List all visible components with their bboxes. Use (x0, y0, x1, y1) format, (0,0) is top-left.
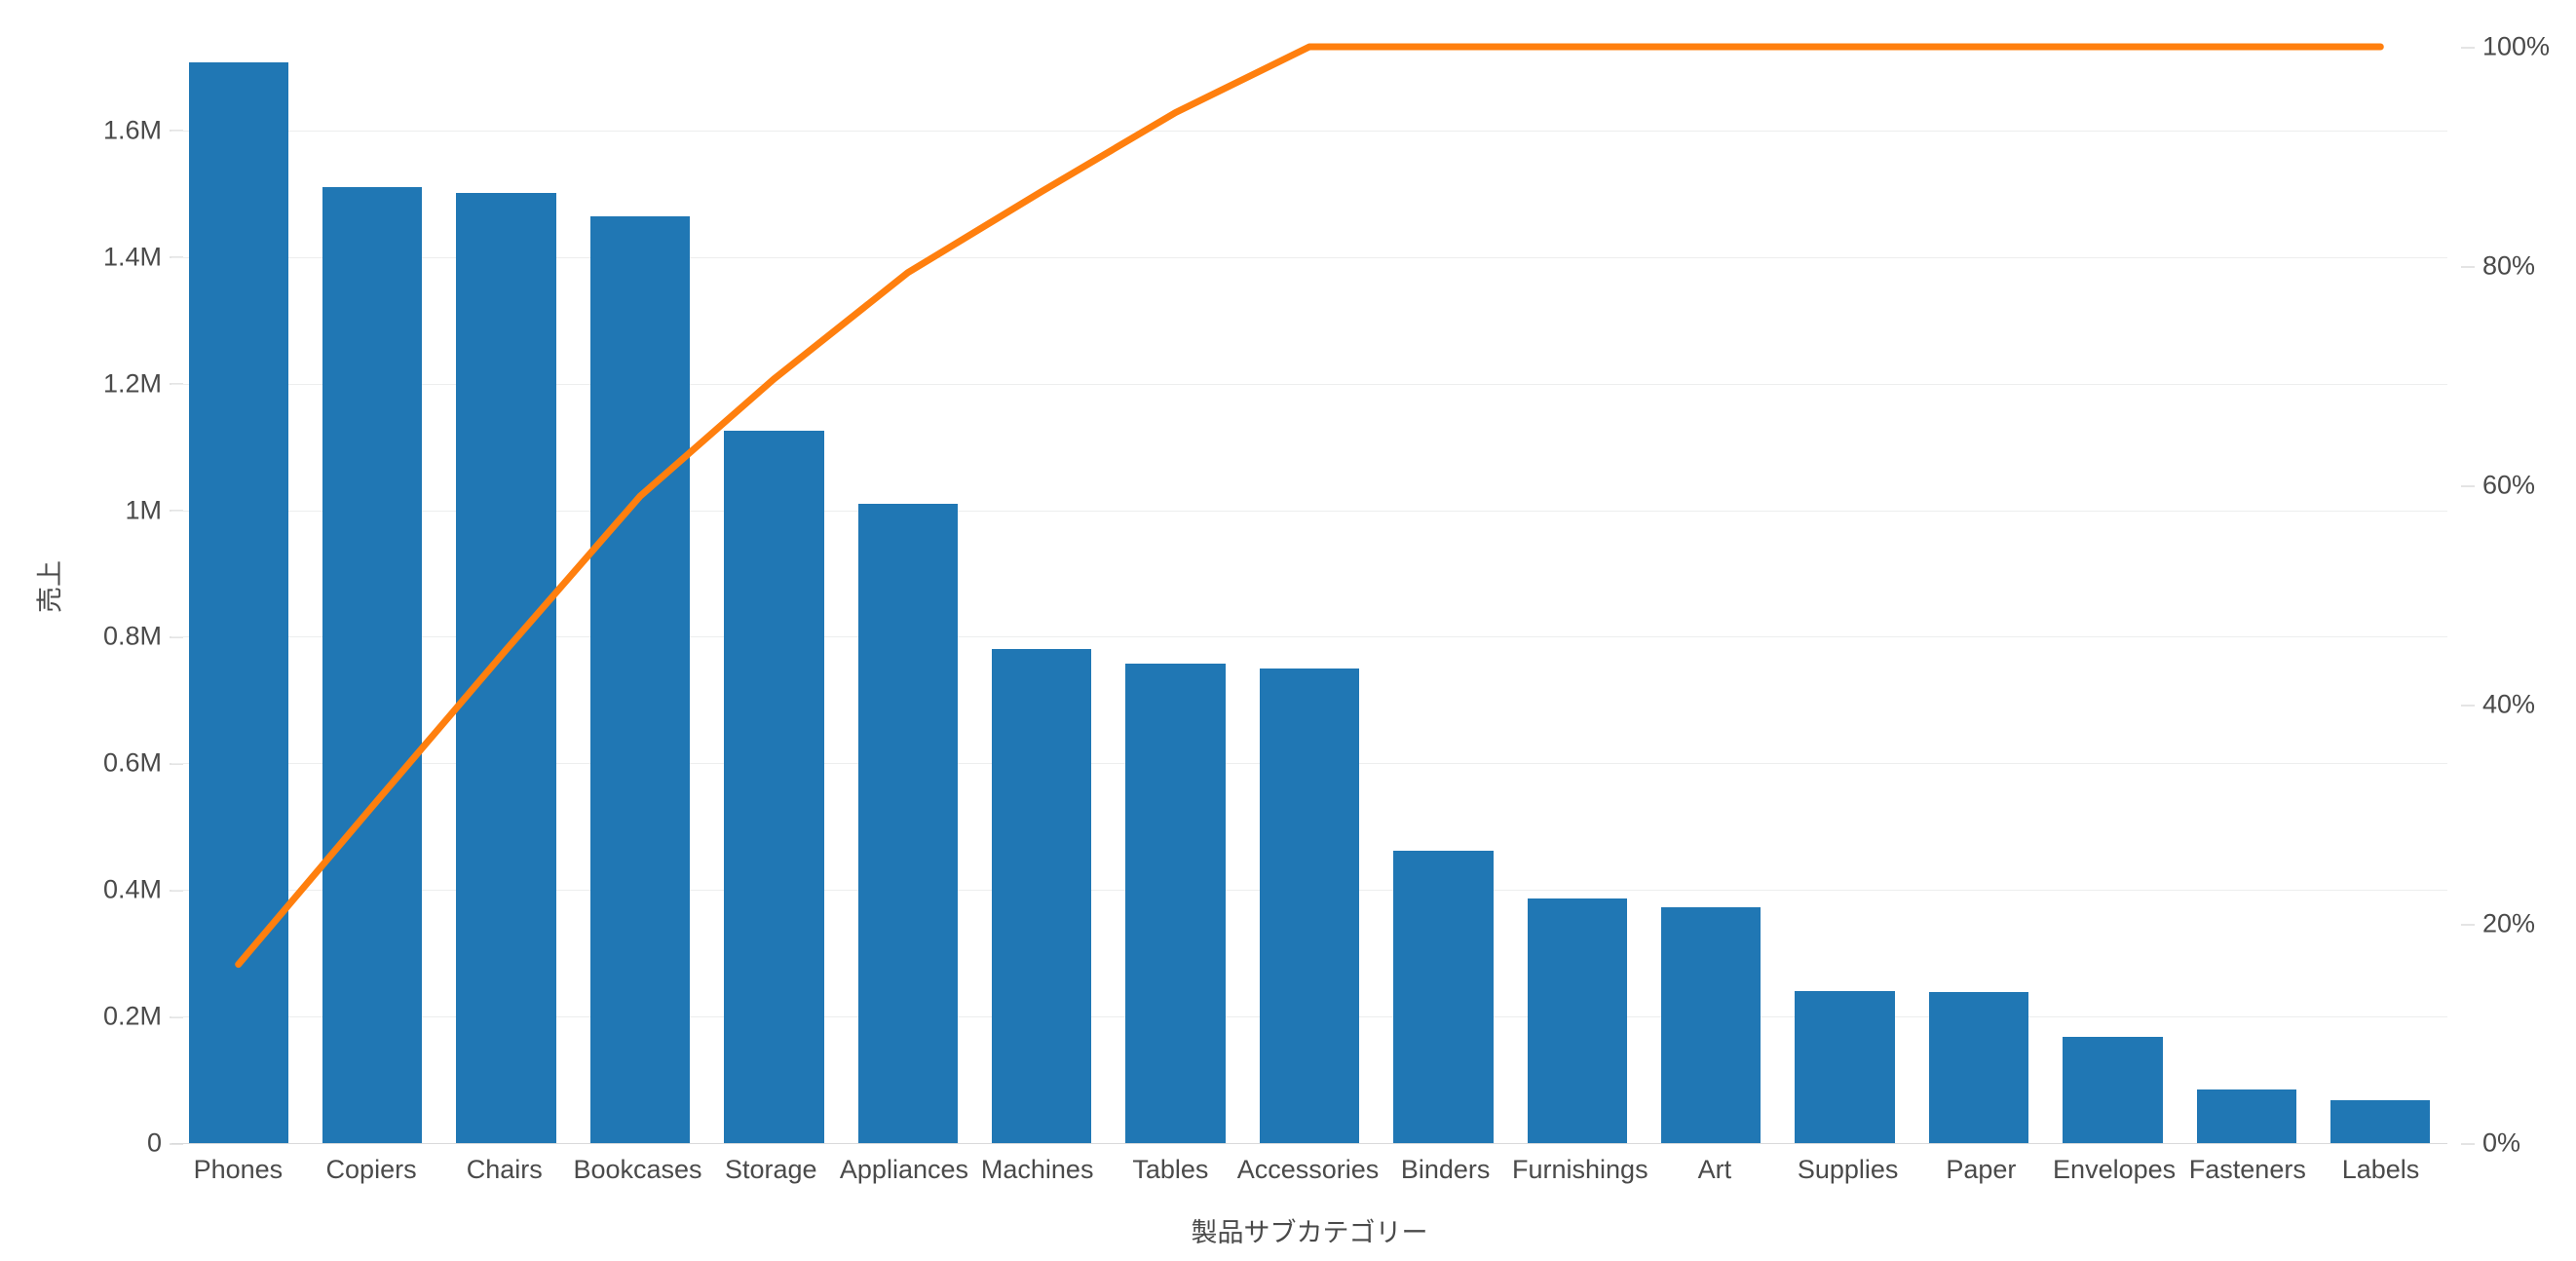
y2-axis-tick-label: 40% (2460, 689, 2536, 719)
bar[interactable] (188, 61, 288, 1143)
x-axis-tick-label: Tables (1132, 1155, 1209, 1184)
bar[interactable] (2330, 1099, 2431, 1143)
bar[interactable] (1527, 898, 1627, 1143)
x-axis-tick-label: Paper (1946, 1155, 2017, 1184)
y-axis-right: 0% 20% 40% 60% 80% 100% (2447, 0, 2576, 1261)
x-axis-tick-label: Furnishings (1512, 1155, 1648, 1184)
bar-slot (2179, 29, 2313, 1143)
bar-slot (305, 29, 438, 1143)
bar[interactable] (1795, 991, 1895, 1143)
bar-slot (1242, 29, 1376, 1143)
bar[interactable] (1660, 906, 1762, 1143)
x-axis-tick-label: Storage (724, 1155, 817, 1184)
plot-area (171, 29, 2447, 1144)
y-axis-tick-label: 1.2M (102, 368, 184, 399)
bar[interactable] (1125, 664, 1226, 1143)
bar-slot (1644, 29, 1777, 1143)
bar[interactable] (1928, 992, 2029, 1143)
y-axis-title: 売上 (35, 560, 65, 613)
bar-series (171, 29, 2447, 1143)
x-axis-tick-label: Supplies (1797, 1155, 1899, 1184)
x-axis-tick-label: Machines (980, 1155, 1094, 1184)
bar[interactable] (322, 187, 423, 1143)
y2-axis-tick-label: 100% (2460, 31, 2551, 61)
bar[interactable] (2196, 1089, 2296, 1143)
x-axis-tick-label: Envelopes (2053, 1155, 2177, 1184)
bar-slot (1109, 29, 1242, 1143)
bar[interactable] (991, 649, 1092, 1143)
bar-slot (707, 29, 841, 1143)
bar-slot (439, 29, 573, 1143)
pareto-chart: 0 0.2M 0.4M 0.6M 0.8M 1M 1.2M 1.4M 1.6M 売上 0% 20%… (0, 0, 2576, 1261)
x-axis-title: 製品サブカテゴリー (1191, 1218, 1428, 1247)
y-axis-tick-label: 0 (146, 1127, 184, 1158)
y2-axis-tick-label: 60% (2460, 470, 2536, 500)
x-axis-tick-label: Bookcases (573, 1155, 702, 1184)
x-axis-tick-label: Copiers (325, 1155, 417, 1184)
x-axis-tick-label: Art (1697, 1155, 1732, 1184)
bar[interactable] (1393, 850, 1494, 1143)
bar[interactable] (2063, 1036, 2163, 1143)
y-axis-left: 0 0.2M 0.4M 0.6M 0.8M 1M 1.2M 1.4M 1.6M (0, 0, 195, 1261)
x-axis-tick-label: Accessories (1236, 1155, 1380, 1184)
bar-slot (974, 29, 1108, 1143)
bar-slot (1377, 29, 1510, 1143)
y-axis-tick-label: 0.4M (102, 874, 184, 904)
bar-slot (841, 29, 974, 1143)
x-axis-labels: Phones Copiers Chairs Bookcases Storage Appli… (171, 1155, 2447, 1185)
bar-slot (171, 29, 305, 1143)
bar-slot (1510, 29, 1644, 1143)
bar-slot (2046, 29, 2179, 1143)
bar-slot (1778, 29, 1912, 1143)
y-axis-tick-label: 1M (125, 495, 183, 525)
x-axis-tick-label: Phones (193, 1155, 284, 1184)
bar[interactable] (857, 504, 958, 1143)
bar-slot (2314, 29, 2447, 1143)
bar-slot (573, 29, 706, 1143)
bar[interactable] (456, 192, 556, 1143)
y-axis-tick-label: 1.6M (102, 115, 184, 145)
y2-axis-tick-label: 20% (2460, 908, 2536, 938)
bar[interactable] (589, 216, 691, 1143)
y2-axis-tick-label: 0% (2460, 1127, 2521, 1158)
y-axis-tick-label: 0.2M (102, 1001, 184, 1031)
y-axis-tick-label: 0.8M (102, 621, 184, 651)
y-axis-tick-label: 0.6M (102, 747, 184, 778)
y2-axis-tick-label: 80% (2460, 250, 2536, 281)
y-axis-tick-label: 1.4M (102, 242, 184, 272)
bar[interactable] (1259, 668, 1360, 1143)
bar-slot (1912, 29, 2045, 1143)
x-axis-tick-label: Appliances (839, 1155, 968, 1184)
bar[interactable] (724, 431, 824, 1143)
x-axis-tick-label: Fasteners (2188, 1155, 2306, 1184)
gridline (171, 1143, 2447, 1144)
x-axis-tick-label: Binders (1400, 1155, 1491, 1184)
x-axis-tick-label: Chairs (466, 1155, 543, 1184)
x-axis-tick-label: Labels (2341, 1155, 2420, 1184)
